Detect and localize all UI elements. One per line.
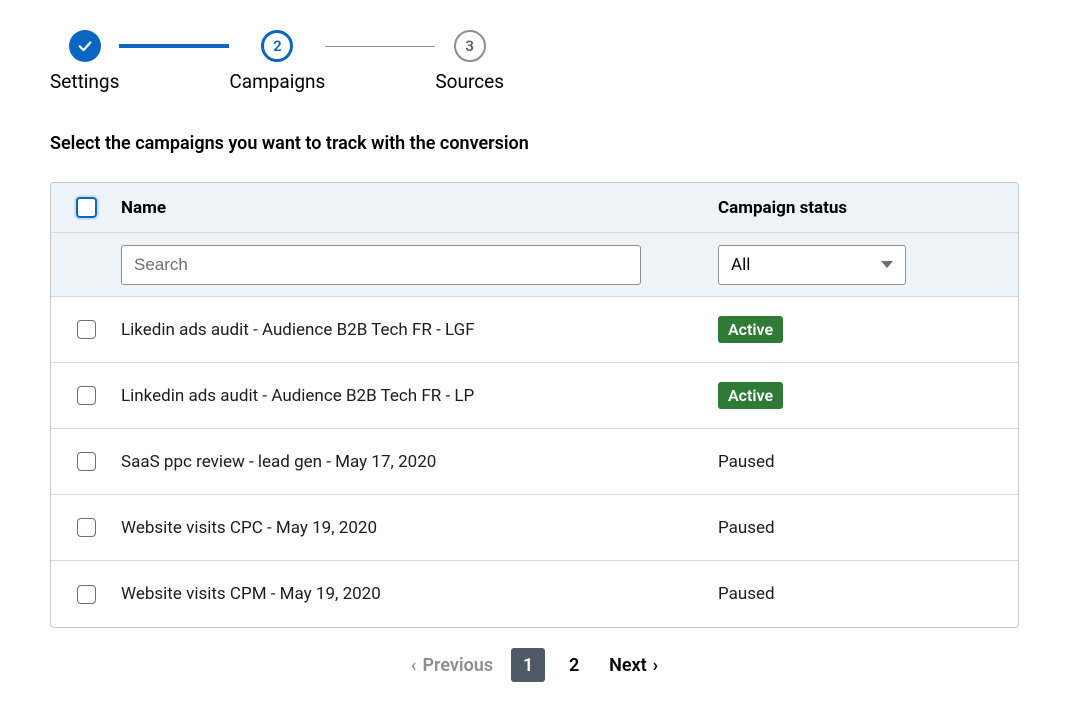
status-badge: Active [718, 316, 783, 343]
step-sources-label: Sources [435, 70, 504, 93]
table-row: SaaS ppc review - lead gen - May 17, 202… [51, 429, 1018, 495]
status-badge: Active [718, 382, 783, 409]
step-sources[interactable]: 3 Sources [435, 30, 504, 93]
row-name: Likedin ads audit - Audience B2B Tech FR… [121, 320, 718, 340]
step-settings-label: Settings [50, 70, 119, 93]
stepper: Settings 2 Campaigns 3 Sources [50, 30, 1019, 93]
step-campaigns[interactable]: 2 Campaigns [229, 30, 325, 93]
table-row: Website visits CPM - May 19, 2020Paused [51, 561, 1018, 627]
status-text: Paused [718, 452, 775, 472]
pagination: ‹ Previous 12 Next › [50, 648, 1019, 682]
caret-down-icon [881, 261, 893, 268]
row-checkbox[interactable] [77, 585, 96, 604]
row-checkbox[interactable] [77, 452, 96, 471]
row-name: Linkedin ads audit - Audience B2B Tech F… [121, 386, 718, 406]
pagination-page[interactable]: 2 [557, 648, 591, 682]
instruction-text: Select the campaigns you want to track w… [50, 133, 1019, 154]
step-campaigns-circle: 2 [261, 30, 293, 62]
pagination-page[interactable]: 1 [511, 648, 545, 682]
status-text: Paused [718, 518, 775, 538]
step-settings-circle [69, 30, 101, 62]
row-name: SaaS ppc review - lead gen - May 17, 202… [121, 452, 718, 472]
column-header-name[interactable]: Name [121, 198, 718, 218]
select-all-checkbox[interactable] [76, 197, 97, 218]
row-checkbox[interactable] [77, 518, 96, 537]
step-campaigns-label: Campaigns [229, 70, 325, 93]
check-icon [76, 37, 94, 55]
step-sources-circle: 3 [454, 30, 486, 62]
row-name: Website visits CPC - May 19, 2020 [121, 518, 718, 538]
table-header-row: Name Campaign status [51, 183, 1018, 233]
table-row: Linkedin ads audit - Audience B2B Tech F… [51, 363, 1018, 429]
row-checkbox[interactable] [77, 386, 96, 405]
search-input[interactable] [121, 245, 641, 285]
pagination-previous[interactable]: ‹ Previous [411, 655, 493, 676]
table-row: Website visits CPC - May 19, 2020Paused [51, 495, 1018, 561]
pagination-next[interactable]: Next › [609, 655, 658, 676]
status-filter-value: All [731, 255, 750, 275]
campaigns-table: Name Campaign status All Likedin ads aud… [50, 182, 1019, 628]
table-filter-row: All [51, 233, 1018, 297]
step-settings[interactable]: Settings [50, 30, 119, 93]
row-name: Website visits CPM - May 19, 2020 [121, 584, 718, 604]
pagination-next-label: Next [609, 655, 647, 676]
status-text: Paused [718, 584, 775, 604]
table-row: Likedin ads audit - Audience B2B Tech FR… [51, 297, 1018, 363]
pagination-previous-label: Previous [422, 655, 493, 676]
step-connector-2 [325, 46, 435, 47]
chevron-left-icon: ‹ [411, 655, 417, 676]
status-filter-select[interactable]: All [718, 245, 906, 285]
column-header-status[interactable]: Campaign status [718, 198, 1018, 218]
step-connector-1 [119, 44, 229, 48]
row-checkbox[interactable] [77, 320, 96, 339]
chevron-right-icon: › [653, 655, 658, 676]
